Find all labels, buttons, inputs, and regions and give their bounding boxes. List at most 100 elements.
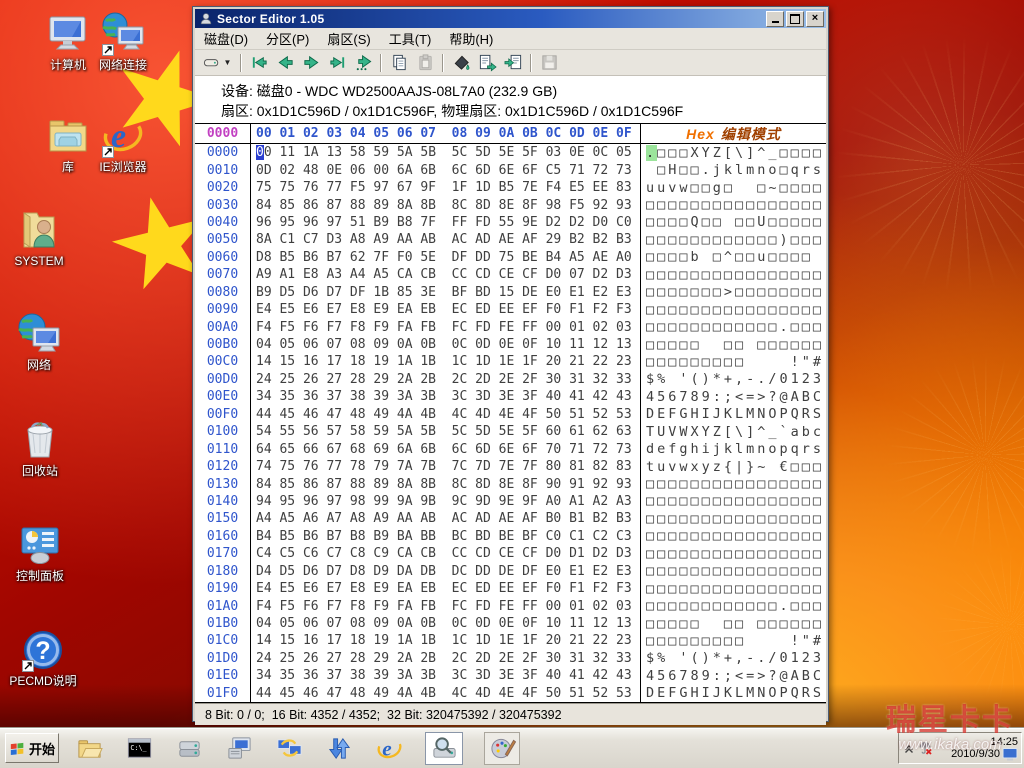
quicklaunch-data-transfer[interactable] [325,734,354,763]
maximize-button[interactable] [786,11,804,27]
menu-partition[interactable]: 分区(P) [257,27,318,50]
close-button[interactable]: × [806,11,824,27]
row-text[interactable]: tuvwxyz{|}~ €□□□ [641,458,826,475]
menu-disk[interactable]: 磁盘(D) [195,27,257,50]
row-text[interactable]: □H□□.jklmno□qrs [641,161,826,178]
row-text[interactable]: □□□□Q□□ □□U□□□□□ [641,214,826,231]
row-hex-bytes[interactable]: B9 D5 D6 D7 DF 1B 85 3E BF BD 15 DE E0 E… [251,284,641,301]
desktop-icon-control-panel[interactable]: 控制面板 [0,523,80,583]
row-hex-bytes[interactable]: D8 B5 B6 B7 62 7F F0 5E DF DD 75 BE B4 A… [251,249,641,266]
first-sector-button[interactable] [247,52,271,73]
minimize-button[interactable] [766,11,784,27]
row-text[interactable]: $% '()*+,-./0123 [641,371,826,388]
fill-button[interactable] [449,52,473,73]
row-text[interactable]: □□□□□□□>□□□□□□□□ [641,284,826,301]
row-text[interactable]: DEFGHIJKLMNOPQRS [641,685,826,702]
row-hex-bytes[interactable]: 44 45 46 47 48 49 4A 4B 4C 4D 4E 4F 50 5… [251,685,641,702]
row-text[interactable]: □□□□□□□□□□□□□□□□ [641,563,826,580]
row-text[interactable]: □□□□□□□□□□□□)□□□ [641,231,826,248]
row-hex-bytes[interactable]: B4 B5 B6 B7 B8 B9 BA BB BC BD BE BF C0 C… [251,528,641,545]
row-text[interactable]: 456789:;<=>?@ABC [641,667,826,684]
row-hex-bytes[interactable]: D4 D5 D6 D7 D8 D9 DA DB DC DD DE DF E0 E… [251,563,641,580]
row-text[interactable]: .□□□XYZ[\]^_□□□□ [641,144,826,161]
row-hex-bytes[interactable]: 0D 02 48 0E 06 00 6A 6B 6C 6D 6E 6F C5 7… [251,161,641,178]
row-text[interactable]: □□□□□□□□□□□□□□□□ [641,510,826,527]
row-hex-bytes[interactable]: 64 65 66 67 68 69 6A 6B 6C 6D 6E 6F 70 7… [251,440,641,457]
row-text[interactable]: defghijklmnopqrs [641,440,826,457]
network-monitor-icon[interactable] [1002,748,1018,761]
row-text[interactable]: □□□□□□□□□ !"# [641,353,826,370]
drive-select-button[interactable]: ▼ [199,52,235,73]
row-hex-bytes[interactable]: 04 05 06 07 08 09 0A 0B 0C 0D 0E 0F 10 1… [251,615,641,632]
row-text[interactable]: 456789:;<=>?@ABC [641,388,826,405]
row-hex-bytes[interactable]: 75 75 76 77 F5 97 67 9F 1F 1D B5 7E F4 E… [251,179,641,196]
export-button[interactable] [475,52,499,73]
row-text[interactable]: □□□□□□□□□□□□.□□□ [641,318,826,335]
row-hex-bytes[interactable]: 54 55 56 57 58 59 5A 5B 5C 5D 5E 5F 60 6… [251,423,641,440]
save-button[interactable] [537,52,561,73]
row-text[interactable]: DEFGHIJKLMNOPQRS [641,406,826,423]
row-hex-bytes[interactable]: A4 A5 A6 A7 A8 A9 AA AB AC AD AE AF B0 B… [251,510,641,527]
desktop-icon-ie-browser[interactable]: eIE浏览器 [80,114,166,174]
quicklaunch-explorer[interactable] [75,734,104,763]
quicklaunch-cmd[interactable]: C:\_ [125,734,154,763]
goto-sector-button[interactable] [351,52,375,73]
row-text[interactable]: □□□□□□□□□□□□□□□□ [641,528,826,545]
row-text[interactable]: □□□□□ □□ □□□□□□ [641,336,826,353]
row-text[interactable]: □□□□□□□□□ !"# [641,632,826,649]
last-sector-button[interactable] [325,52,349,73]
row-hex-bytes[interactable]: 24 25 26 27 28 29 2A 2B 2C 2D 2E 2F 30 3… [251,371,641,388]
row-hex-bytes[interactable]: 74 75 76 77 78 79 7A 7B 7C 7D 7E 7F 80 8… [251,458,641,475]
row-hex-bytes[interactable]: 00 11 1A 13 58 59 5A 5B 5C 5D 5E 5F 03 0… [251,144,641,161]
row-hex-bytes[interactable]: F4 F5 F6 F7 F8 F9 FA FB FC FD FE FF 00 0… [251,597,641,614]
row-text[interactable]: TUVWXYZ[\]^_`abc [641,423,826,440]
system-tray[interactable]: 14:25 2010/9/30 [898,732,1022,764]
row-text[interactable]: □□□□□ □□ □□□□□□ [641,615,826,632]
desktop-icon-network[interactable]: 网络 [0,312,78,372]
row-hex-bytes[interactable]: 34 35 36 37 38 39 3A 3B 3C 3D 3E 3F 40 4… [251,388,641,405]
row-text[interactable]: $% '()*+,-./0123 [641,650,826,667]
next-sector-button[interactable] [299,52,323,73]
row-hex-bytes[interactable]: 44 45 46 47 48 49 4A 4B 4C 4D 4E 4F 50 5… [251,406,641,423]
row-text[interactable]: □□□□□□□□□□□□□□□□ [641,475,826,492]
row-hex-bytes[interactable]: 14 15 16 17 18 19 1A 1B 1C 1D 1E 1F 20 2… [251,632,641,649]
row-text[interactable]: □□□□□□□□□□□□□□□□ [641,493,826,510]
row-text[interactable]: □□□□□□□□□□□□□□□□ [641,266,826,283]
prev-sector-button[interactable] [273,52,297,73]
row-hex-bytes[interactable]: C4 C5 C6 C7 C8 C9 CA CB CC CD CE CF D0 D… [251,545,641,562]
row-hex-bytes[interactable]: 34 35 36 37 38 39 3A 3B 3C 3D 3E 3F 40 4… [251,667,641,684]
titlebar[interactable]: Sector Editor 1.05 × [195,9,826,28]
row-hex-bytes[interactable]: 8A C1 C7 D3 A8 A9 AA AB AC AD AE AF 29 B… [251,231,641,248]
row-text[interactable]: □□□□b □^□□u□□□□ [641,249,826,266]
quicklaunch-network-places[interactable] [275,734,304,763]
quicklaunch-disk-manager[interactable] [175,734,204,763]
import-button[interactable] [501,52,525,73]
row-text[interactable]: □□□□□□□□□□□□.□□□ [641,597,826,614]
row-hex-bytes[interactable]: E4 E5 E6 E7 E8 E9 EA EB EC ED EE EF F0 F… [251,580,641,597]
copy-button[interactable] [387,52,411,73]
quicklaunch-sector-editor[interactable] [425,732,463,765]
row-hex-bytes[interactable]: 84 85 86 87 88 89 8A 8B 8C 8D 8E 8F 98 F… [251,196,641,213]
desktop-icon-recycle-bin[interactable]: 回收站 [1,418,79,478]
row-text[interactable]: □□□□□□□□□□□□□□□□ [641,580,826,597]
desktop-icon-pecmd-help[interactable]: ?PECMD说明 [2,628,84,688]
row-hex-bytes[interactable]: 24 25 26 27 28 29 2A 2B 2C 2D 2E 2F 30 3… [251,650,641,667]
row-text[interactable]: □□□□□□□□□□□□□□□□ [641,545,826,562]
menu-sector[interactable]: 扇区(S) [318,27,379,50]
umbrella-alert-icon[interactable] [918,741,932,755]
row-text[interactable]: □□□□□□□□□□□□□□□□ [641,301,826,318]
menu-help[interactable]: 帮助(H) [440,27,502,50]
row-hex-bytes[interactable]: E4 E5 E6 E7 E8 E9 EA EB EC ED EE EF F0 F… [251,301,641,318]
row-hex-bytes[interactable]: F4 F5 F6 F7 F8 F9 FA FB FC FD FE FF 00 0… [251,318,641,335]
quicklaunch-paint[interactable] [484,732,520,765]
desktop-icon-network-connections[interactable]: 网络连接 [80,12,166,72]
quicklaunch-my-computer[interactable] [225,734,254,763]
menu-tools[interactable]: 工具(T) [380,27,441,50]
row-text[interactable]: uuvw□□g□ □~□□□□ [641,179,826,196]
quicklaunch-internet-explorer[interactable]: e [375,734,404,763]
row-hex-bytes[interactable]: 04 05 06 07 08 09 0A 0B 0C 0D 0E 0F 10 1… [251,336,641,353]
paste-button[interactable] [413,52,437,73]
row-hex-bytes[interactable]: 96 95 96 97 51 B9 B8 7F FF FD 55 9E D2 D… [251,214,641,231]
row-hex-bytes[interactable]: 94 95 96 97 98 99 9A 9B 9C 9D 9E 9F A0 A… [251,493,641,510]
chevron-up-icon[interactable] [902,741,916,755]
